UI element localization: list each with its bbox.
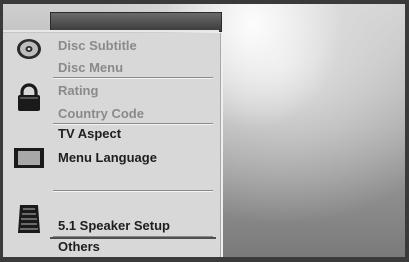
menu-item-others[interactable]: Others <box>58 239 100 254</box>
setup-menu: Disc Subtitle Disc Menu Rating Country C… <box>3 33 223 257</box>
speaker-icon <box>7 201 51 237</box>
tv-screen: Disc Subtitle Disc Menu Rating Country C… <box>0 0 409 262</box>
bottom-divider <box>50 237 216 239</box>
menu-item-disc-menu[interactable]: Disc Menu <box>58 60 123 75</box>
separator <box>53 123 213 125</box>
disc-icon <box>7 35 51 63</box>
title-underline <box>3 30 219 32</box>
menu-item-rating[interactable]: Rating <box>58 83 98 98</box>
menu-item-speaker-setup[interactable]: 5.1 Speaker Setup <box>58 218 170 233</box>
padlock-icon <box>7 81 51 115</box>
menu-item-disc-subtitle[interactable]: Disc Subtitle <box>58 38 137 53</box>
separator <box>53 190 213 192</box>
separator <box>53 77 213 79</box>
menu-item-tv-aspect[interactable]: TV Aspect <box>58 126 121 141</box>
menu-item-menu-language[interactable]: Menu Language <box>58 150 157 165</box>
menu-title-bar <box>50 12 222 32</box>
menu-item-country-code[interactable]: Country Code <box>58 106 144 121</box>
tv-icon <box>7 145 51 171</box>
